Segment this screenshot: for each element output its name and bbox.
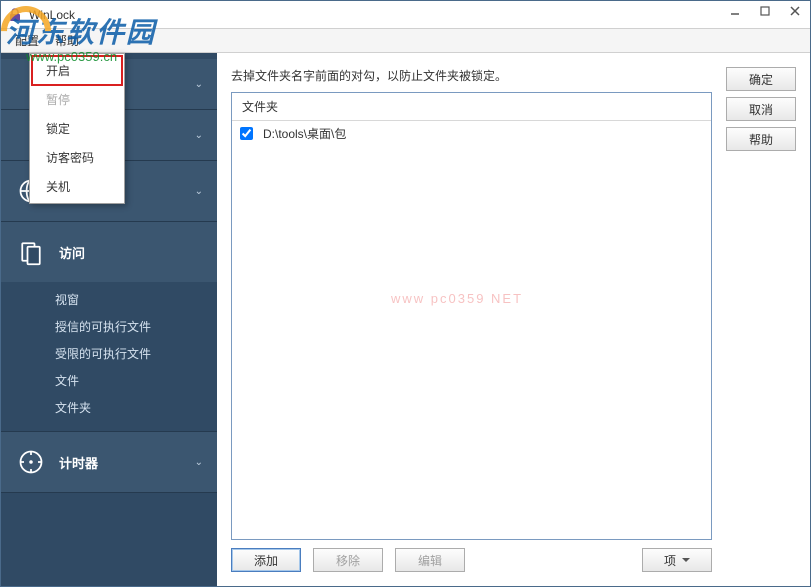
sidebar-item-trusted-exe[interactable]: 授信的可执行文件 bbox=[49, 313, 217, 340]
context-menu-item-guest-password[interactable]: 访客密码 bbox=[32, 143, 122, 172]
sidebar-sub-access: 视窗 授信的可执行文件 受限的可执行文件 文件 文件夹 bbox=[1, 282, 217, 431]
folder-list: 文件夹 D:\tools\桌面\包 bbox=[231, 92, 712, 540]
row-path: D:\tools\桌面\包 bbox=[263, 125, 346, 142]
help-button[interactable]: 帮助 bbox=[726, 127, 796, 151]
minimize-button[interactable] bbox=[720, 1, 750, 21]
compass-icon bbox=[15, 446, 47, 478]
main-area: 去掉文件夹名字前面的对勾，以防止文件夹被锁定。 文件夹 D:\tools\桌面\… bbox=[217, 53, 810, 586]
menu-item-config[interactable]: 配置 bbox=[7, 29, 47, 52]
context-menu-item-start[interactable]: 开启 bbox=[32, 56, 122, 85]
folder-icon bbox=[15, 236, 47, 268]
context-menu-item-pause: 暂停 bbox=[32, 85, 122, 114]
sidebar-item-files[interactable]: 文件 bbox=[49, 367, 217, 394]
remove-button: 移除 bbox=[313, 548, 383, 572]
context-menu: 开启 暂停 锁定 访客密码 关机 bbox=[29, 53, 125, 204]
context-menu-item-lock[interactable]: 锁定 bbox=[32, 114, 122, 143]
cancel-button[interactable]: 取消 bbox=[726, 97, 796, 121]
titlebar: WinLock bbox=[1, 1, 810, 29]
sidebar-label-timer: 计时器 bbox=[59, 453, 98, 472]
app-icon bbox=[7, 7, 23, 23]
sidebar-label-access: 访问 bbox=[59, 243, 85, 262]
list-item[interactable]: D:\tools\桌面\包 bbox=[232, 121, 711, 146]
sidebar-section-timer[interactable]: 计时器 ⌄ bbox=[1, 432, 217, 492]
maximize-button[interactable] bbox=[750, 1, 780, 21]
window-title: WinLock bbox=[29, 8, 75, 22]
instruction-text: 去掉文件夹名字前面的对勾，以防止文件夹被锁定。 bbox=[231, 67, 712, 84]
ok-button[interactable]: 确定 bbox=[726, 67, 796, 91]
sidebar-item-folders[interactable]: 文件夹 bbox=[49, 394, 217, 421]
row-checkbox[interactable] bbox=[240, 127, 253, 140]
right-button-column: 确定 取消 帮助 bbox=[726, 67, 796, 572]
list-column-header[interactable]: 文件夹 bbox=[232, 93, 711, 121]
edit-button: 编辑 bbox=[395, 548, 465, 572]
chevron-down-icon: ⌄ bbox=[195, 79, 203, 90]
sidebar-section-access[interactable]: 访问 bbox=[1, 222, 217, 282]
options-dropdown-button[interactable]: 项 bbox=[642, 548, 712, 572]
chevron-down-icon: ⌄ bbox=[195, 457, 203, 468]
close-button[interactable] bbox=[780, 1, 810, 21]
sidebar-item-restricted-exe[interactable]: 受限的可执行文件 bbox=[49, 340, 217, 367]
menu-item-help[interactable]: 帮助 bbox=[47, 29, 87, 52]
sidebar-item-window[interactable]: 视窗 bbox=[49, 286, 217, 313]
list-body: D:\tools\桌面\包 bbox=[232, 121, 711, 539]
chevron-down-icon: ⌄ bbox=[195, 186, 203, 197]
add-button[interactable]: 添加 bbox=[231, 548, 301, 572]
chevron-down-icon: ⌄ bbox=[195, 130, 203, 141]
menubar: 配置 帮助 bbox=[1, 29, 810, 53]
window-controls bbox=[720, 1, 810, 21]
context-menu-item-shutdown[interactable]: 关机 bbox=[32, 172, 122, 201]
bottom-button-row: 添加 移除 编辑 项 bbox=[231, 548, 712, 572]
